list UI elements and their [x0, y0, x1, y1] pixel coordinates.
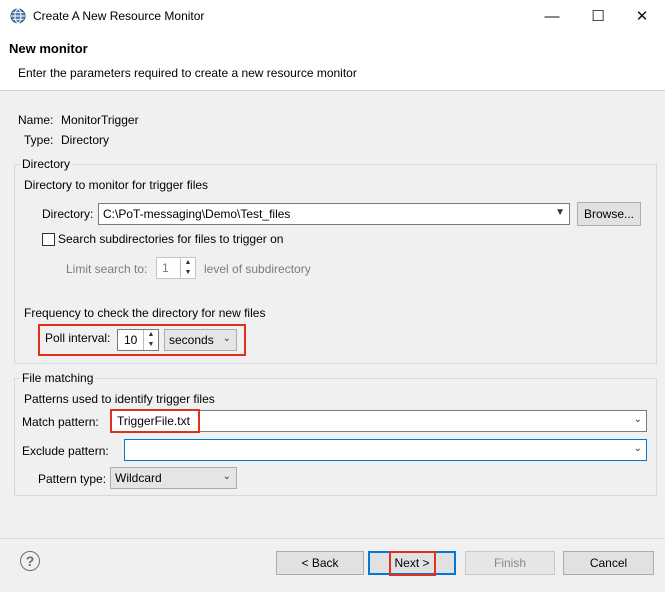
directory-subtitle: Directory to monitor for trigger files	[24, 178, 209, 192]
pattern-type-label: Pattern type:	[38, 472, 107, 486]
pattern-type-value: Wildcard	[115, 471, 162, 485]
spin-down-icon[interactable]: ▼	[181, 268, 195, 278]
chevron-down-icon[interactable]: ⌄	[223, 333, 231, 344]
type-value: Directory	[61, 133, 110, 147]
back-button[interactable]: < Back	[276, 551, 364, 575]
search-subdirectories-checkbox[interactable]	[42, 233, 55, 246]
globe-icon	[10, 8, 26, 24]
poll-interval-value: 10	[124, 333, 138, 347]
cancel-button[interactable]: Cancel	[563, 551, 654, 575]
match-pattern-value[interactable]: TriggerFile.txt	[117, 414, 190, 428]
match-pattern-highlight: TriggerFile.txt	[110, 409, 200, 433]
window-title: Create A New Resource Monitor	[33, 9, 205, 23]
directory-value: C:\PoT-messaging\Demo\Test_files	[103, 207, 291, 221]
type-label: Type:	[24, 133, 54, 147]
minimize-button[interactable]: —	[529, 0, 575, 32]
directory-combo[interactable]: C:\PoT-messaging\Demo\Test_files ▼	[98, 203, 570, 225]
maximize-button[interactable]: ☐	[575, 0, 621, 32]
chevron-down-icon[interactable]: ⌄	[634, 443, 642, 454]
match-pattern-label: Match pattern:	[22, 415, 99, 429]
name-value: MonitorTrigger	[61, 113, 139, 127]
search-subdirectories-label: Search subdirectories for files to trigg…	[58, 232, 284, 246]
page-description: Enter the parameters required to create …	[18, 66, 357, 80]
spinner-arrows[interactable]: ▲ ▼	[180, 258, 195, 278]
poll-interval-label: Poll interval:	[45, 331, 111, 345]
footer-divider	[0, 538, 665, 539]
chevron-down-icon[interactable]: ⌄	[634, 414, 642, 425]
name-label: Name:	[18, 113, 54, 127]
directory-label: Directory:	[42, 207, 94, 221]
poll-interval-spinner[interactable]: 10 ▲ ▼	[117, 329, 159, 351]
exclude-pattern-combo[interactable]: ⌄	[124, 439, 647, 461]
finish-button[interactable]: Finish	[465, 551, 555, 575]
exclude-pattern-label: Exclude pattern:	[22, 444, 109, 458]
limit-search-value: 1	[162, 261, 169, 275]
spin-up-icon[interactable]: ▲	[144, 330, 158, 340]
help-icon[interactable]: ?	[20, 551, 40, 571]
next-button-highlight	[389, 551, 436, 576]
limit-search-label: Limit search to:	[66, 262, 148, 276]
dialog-header	[0, 32, 665, 91]
poll-unit-select[interactable]: seconds ⌄	[164, 329, 237, 351]
frequency-label: Frequency to check the directory for new…	[24, 306, 266, 320]
page-title: New monitor	[9, 41, 88, 56]
chevron-down-icon[interactable]: ⌄	[223, 471, 231, 482]
poll-unit-value: seconds	[169, 333, 214, 347]
spin-up-icon[interactable]: ▲	[181, 258, 195, 268]
file-matching-subtitle: Patterns used to identify trigger files	[24, 392, 215, 406]
file-matching-legend: File matching	[20, 371, 96, 385]
spinner-arrows[interactable]: ▲ ▼	[143, 330, 158, 350]
close-button[interactable]: ✕	[619, 0, 665, 32]
limit-search-suffix: level of subdirectory	[204, 262, 311, 276]
pattern-type-select[interactable]: Wildcard ⌄	[110, 467, 237, 489]
limit-search-spinner[interactable]: 1 ▲ ▼	[156, 257, 196, 279]
directory-group-legend: Directory	[20, 157, 73, 171]
spin-down-icon[interactable]: ▼	[144, 340, 158, 350]
browse-button[interactable]: Browse...	[577, 202, 641, 226]
chevron-down-icon[interactable]: ▼	[555, 207, 565, 218]
